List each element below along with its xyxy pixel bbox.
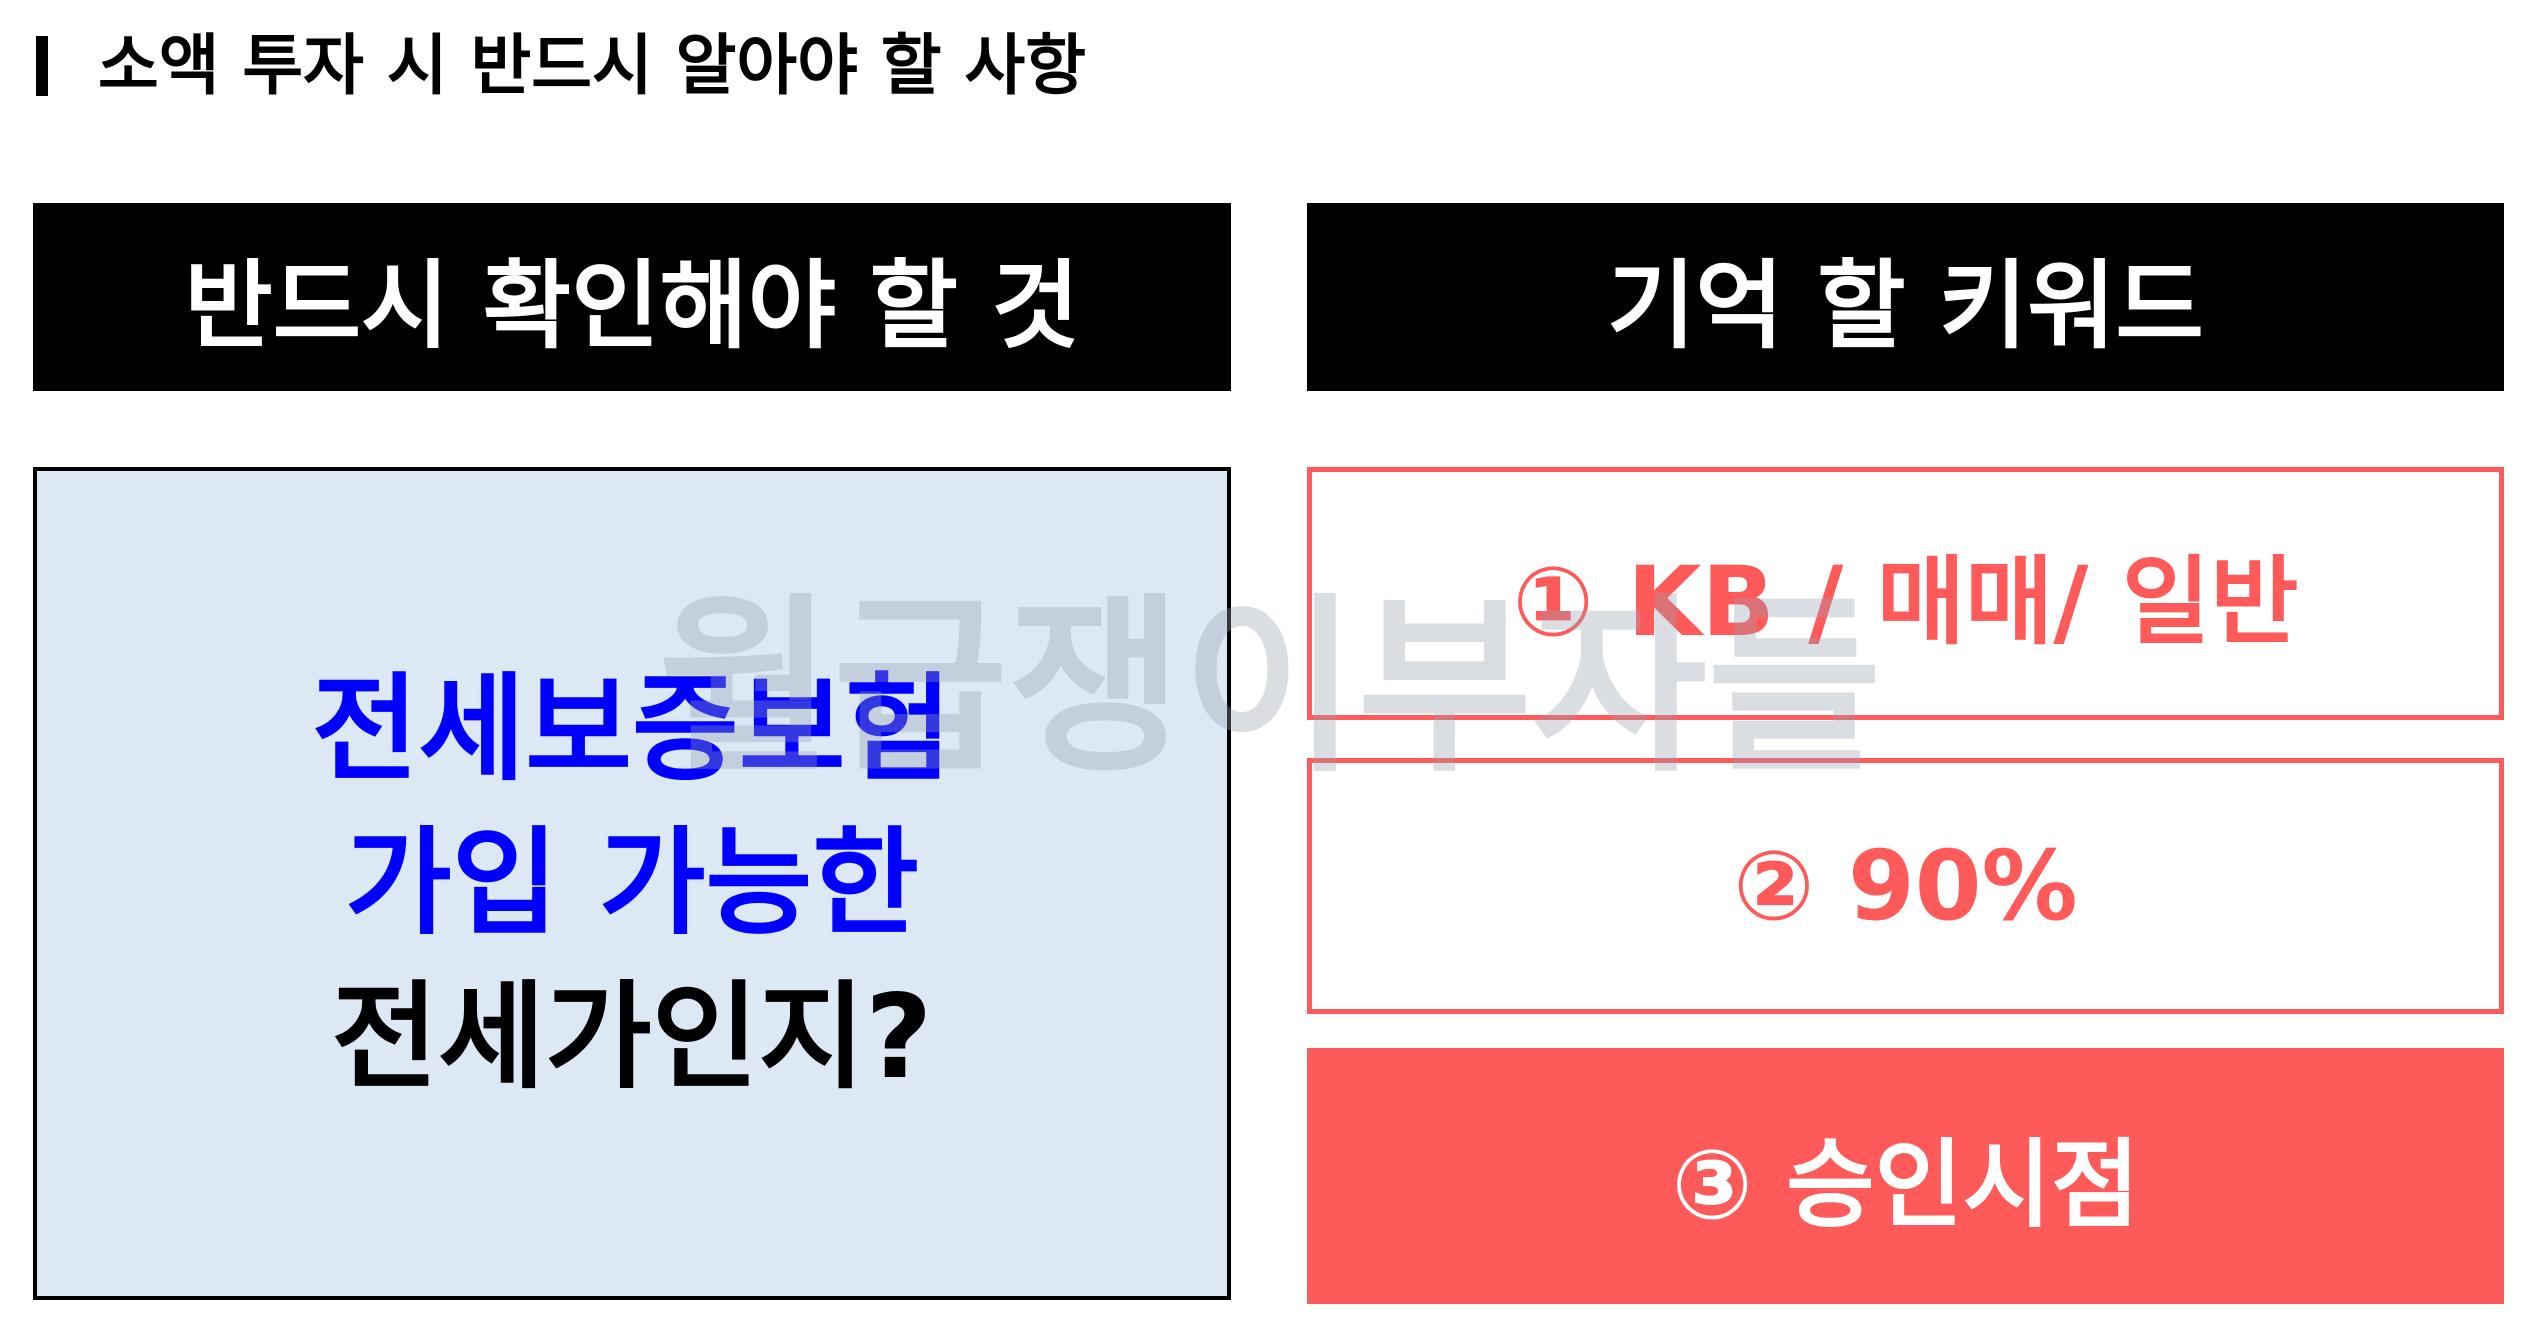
keyword-box-3: ③ 승인시점 bbox=[1307, 1048, 2504, 1304]
keyword-box-2: ② 90% bbox=[1307, 758, 2504, 1014]
header-must-check: 반드시 확인해야 할 것 bbox=[33, 203, 1231, 391]
check-info-box: 전세보증보험 가입 가능한 전세가인지? bbox=[33, 467, 1231, 1300]
keyword-box-1: ① KB / 매매/ 일반 bbox=[1307, 467, 2504, 720]
page-title: 소액 투자 시 반드시 알아야 할 사항 bbox=[98, 27, 1086, 104]
check-line-1: 전세보증보험 bbox=[311, 661, 953, 797]
header-keywords: 기억 할 키워드 bbox=[1307, 203, 2504, 391]
check-line-3: 전세가인지? bbox=[331, 969, 933, 1105]
title-accent-bar bbox=[36, 36, 48, 96]
check-line-2: 가입 가능한 bbox=[345, 815, 919, 951]
